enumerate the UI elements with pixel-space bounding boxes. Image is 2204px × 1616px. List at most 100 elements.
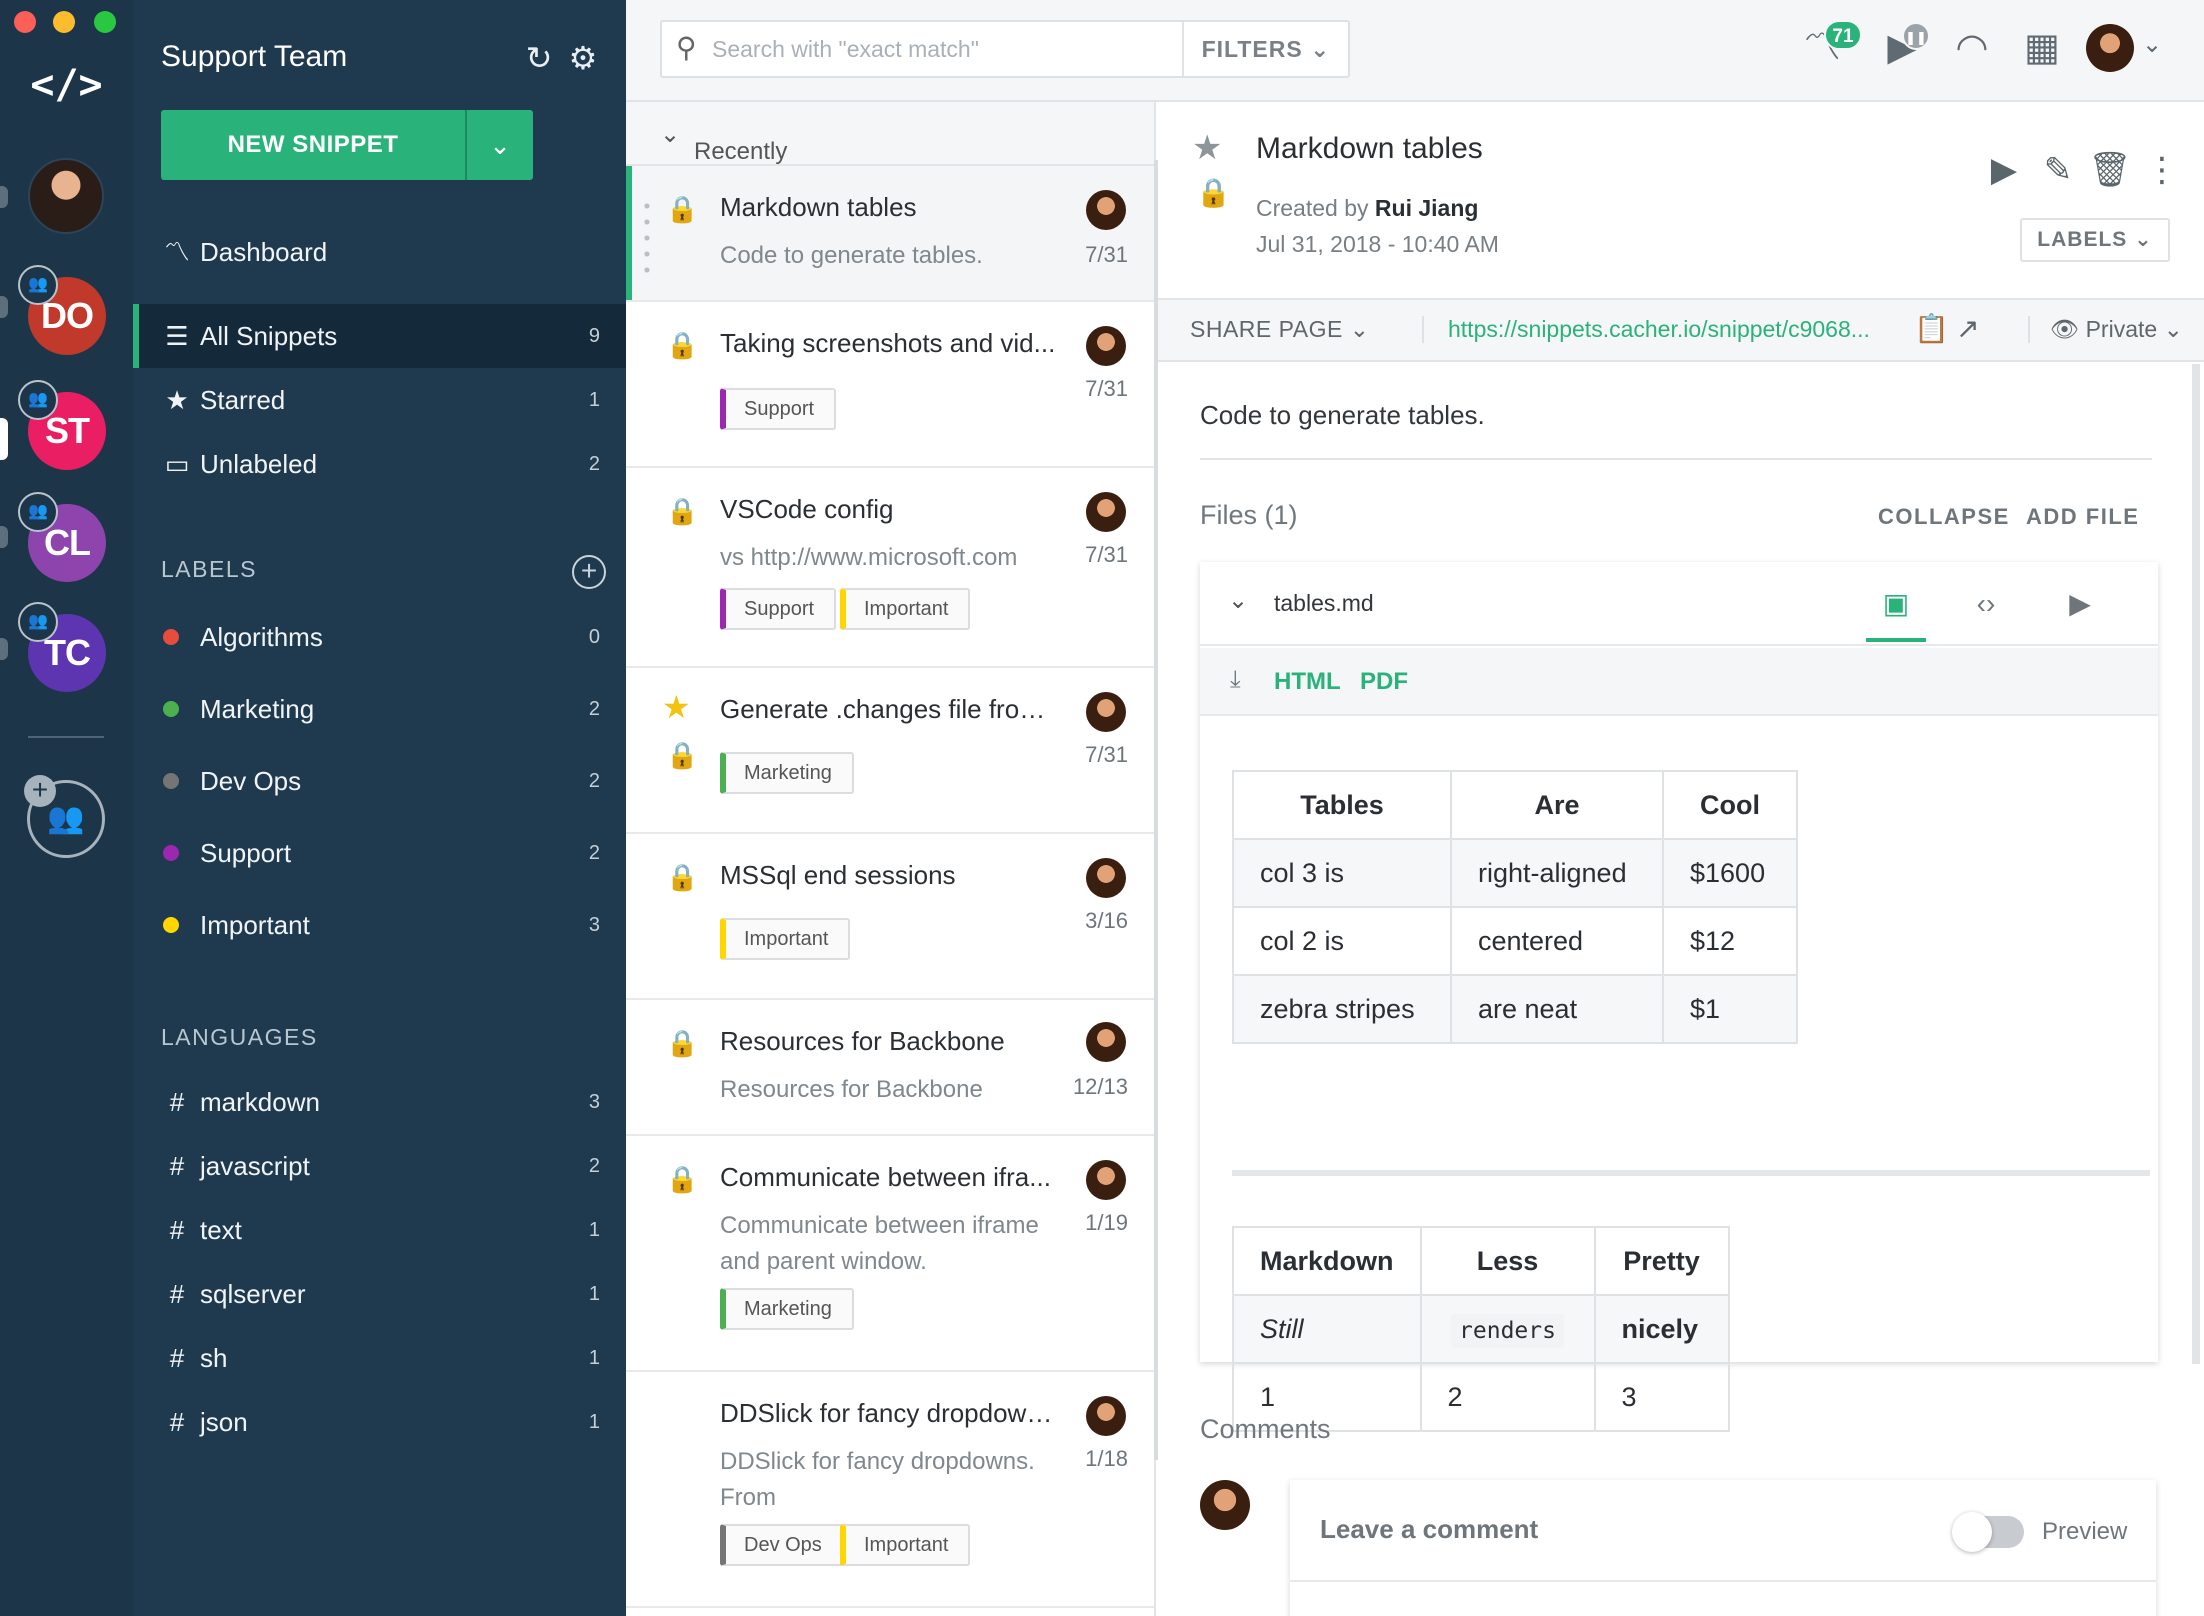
account-avatar[interactable] (2086, 24, 2134, 72)
tag-important[interactable]: Important (840, 588, 971, 630)
comment-box[interactable]: Leave a comment Preview (1290, 1480, 2156, 1616)
new-snippet-button[interactable]: NEW SNIPPET ⌄ (161, 110, 533, 180)
star-outline-icon[interactable]: ★ (1192, 128, 1222, 168)
comment-placeholder: Leave a comment (1320, 1514, 1539, 1544)
sidebar-item-unlabeled[interactable]: ▭ Unlabeled 2 (133, 432, 626, 496)
share-page-dropdown[interactable]: SHARE PAGE ⌄ (1190, 316, 1370, 343)
preview-toggle[interactable] (1952, 1512, 2024, 1552)
sidebar-item-count: 3 (588, 1091, 600, 1113)
add-team-button[interactable]: + 👥 (24, 775, 105, 858)
user-avatar[interactable] (28, 158, 104, 234)
team-people-icon: 👥 (18, 492, 58, 532)
team-tc[interactable]: 👥 TC (18, 602, 106, 692)
sidebar-item-dashboard[interactable]: 〽 Dashboard (133, 220, 626, 284)
tag-marketing[interactable]: Marketing (720, 1288, 854, 1330)
share-url-link[interactable]: https://snippets.cacher.io/snippet/c9068… (1422, 316, 1884, 343)
export-bar: ⤓ HTML PDF (1200, 648, 2158, 716)
sidebar-label-dev-ops[interactable]: Dev Ops 2 (133, 749, 626, 813)
snippet-title: Markdown tables (1256, 132, 1483, 165)
drag-handle[interactable] (644, 198, 650, 278)
table-cell: nicely (1593, 1294, 1730, 1364)
window-zoom-button[interactable] (94, 11, 116, 33)
preview-image-icon[interactable]: ▣ (1866, 582, 1926, 642)
pause-icon: ❚❚ (1902, 22, 1930, 50)
play-circle-icon[interactable]: ▶ (2050, 582, 2110, 626)
table-header: Less (1419, 1226, 1596, 1296)
new-snippet-dropdown[interactable]: ⌄ (465, 110, 533, 180)
sidebar-label-support[interactable]: Support 2 (133, 821, 626, 885)
sidebar-language-markdown[interactable]: # markdown 3 (133, 1070, 626, 1134)
snippet-card[interactable]: 🔒 Communicate between ifra... Communicat… (626, 1136, 1154, 1372)
sidebar-language-text[interactable]: # text 1 (133, 1198, 626, 1262)
sidebar-language-javascript[interactable]: # javascript 2 (133, 1134, 626, 1198)
snippet-title: Taking screenshots and vid... (720, 328, 1056, 358)
window-minimize-button[interactable] (53, 11, 75, 33)
edit-icon[interactable]: ✎ (2034, 146, 2082, 194)
labels-button[interactable]: LABELS ⌄ (2020, 218, 2170, 262)
more-vertical-icon[interactable]: ⋮ (2138, 146, 2186, 194)
sidebar-language-sqlserver[interactable]: # sqlserver 1 (133, 1262, 626, 1326)
trash-icon[interactable]: 🗑 (2086, 146, 2134, 194)
snippet-card[interactable]: 🔒 Resources for Backbone Resources for B… (626, 1000, 1154, 1136)
table-row: zebra stripes are neat $1 (1232, 974, 1798, 1044)
snippet-description: Code to generate tables. (720, 242, 983, 269)
tag-support[interactable]: Support (720, 588, 837, 630)
run-icon[interactable]: ▶ (1980, 146, 2028, 194)
sidebar-item-count: 1 (588, 1411, 600, 1433)
clipboard-icon[interactable]: 📋 (1914, 312, 1949, 345)
sidebar-item-starred[interactable]: ★ Starred 1 (133, 368, 626, 432)
tag-support[interactable]: Support (720, 388, 837, 430)
sidebar-item-count: 2 (588, 698, 600, 720)
snippet-card[interactable]: 🔒 Markdown tables Code to generate table… (626, 166, 1154, 302)
chevron-down-icon[interactable]: ⌄ (2142, 30, 2162, 59)
trend-icon: 〽 (163, 237, 190, 267)
filters-button[interactable]: FILTERS ⌄ (1182, 22, 1348, 76)
search-input[interactable] (712, 30, 1192, 68)
tag-marketing[interactable]: Marketing (720, 752, 854, 794)
detail-scrollbar[interactable] (2192, 364, 2200, 1364)
snippet-card[interactable]: DDSlick for fancy dropdown... DDSlick fo… (626, 1372, 1154, 1608)
gear-icon[interactable]: ⚙ (565, 40, 601, 76)
rss-icon[interactable]: ◠ (1946, 22, 1998, 74)
tag-important[interactable]: Important (840, 1524, 971, 1566)
sidebar-item-all-snippets[interactable]: ☰ All Snippets 9 (133, 304, 626, 368)
created-at: Jul 31, 2018 - 10:40 AM (1256, 231, 1499, 257)
collapse-button[interactable]: COLLAPSE (1878, 504, 2010, 530)
add-file-button[interactable]: ADD FILE (2026, 504, 2139, 530)
sidebar-label-algorithms[interactable]: Algorithms 0 (133, 605, 626, 669)
table-cell: centered (1450, 906, 1664, 976)
tag-important[interactable]: Important (720, 918, 851, 960)
divider (1200, 458, 2152, 460)
add-label-button[interactable]: + (572, 555, 606, 589)
lock-icon: 🔒 (666, 496, 699, 526)
snippet-date: 1/19 (1085, 1210, 1128, 1235)
team-cl[interactable]: 👥 CL (18, 492, 106, 582)
privacy-dropdown[interactable]: 👁 Private ⌄ (2028, 316, 2183, 343)
snippet-card[interactable]: ★ 🔒 Generate .changes file from... 7/31 … (626, 668, 1154, 834)
open-external-icon[interactable]: ↗ (1956, 312, 1979, 345)
star-icon[interactable]: ★ (662, 688, 691, 726)
author-name: Rui Jiang (1374, 195, 1479, 221)
code-icon[interactable]: ‹› (1956, 582, 2016, 626)
export-html-link[interactable]: HTML (1274, 668, 1341, 696)
snippet-card[interactable]: 🔒 Taking screenshots and vid... 7/31 Sup… (626, 302, 1154, 468)
snippet-card[interactable]: 🔒 MSSql end sessions 3/16 Important (626, 834, 1154, 1000)
chevron-down-icon[interactable]: ⌄ (1228, 586, 1248, 615)
plus-icon: + (24, 775, 56, 807)
window-close-button[interactable] (14, 11, 36, 33)
apps-grid-icon[interactable]: ▦ (2016, 22, 2068, 74)
tag-dev-ops[interactable]: Dev Ops (720, 1524, 844, 1566)
label-color-dot (163, 845, 179, 861)
sidebar-language-json[interactable]: # json 1 (133, 1390, 626, 1454)
sidebar-language-sh[interactable]: # sh 1 (133, 1326, 626, 1390)
refresh-icon[interactable]: ↻ (521, 40, 557, 76)
snippet-card[interactable]: 🔒 VSCode config vs http://www.microsoft.… (626, 468, 1154, 668)
export-pdf-link[interactable]: PDF (1360, 668, 1408, 696)
sidebar-item-count: 1 (588, 1219, 600, 1241)
share-page-label: SHARE PAGE (1190, 316, 1343, 342)
sort-dropdown[interactable]: Recently created ⌄ (626, 102, 1154, 193)
team-st[interactable]: 👥 ST (18, 380, 106, 470)
team-do[interactable]: 👥 DO (18, 265, 106, 355)
sidebar-label-marketing[interactable]: Marketing 2 (133, 677, 626, 741)
sidebar-label-important[interactable]: Important 3 (133, 893, 626, 957)
